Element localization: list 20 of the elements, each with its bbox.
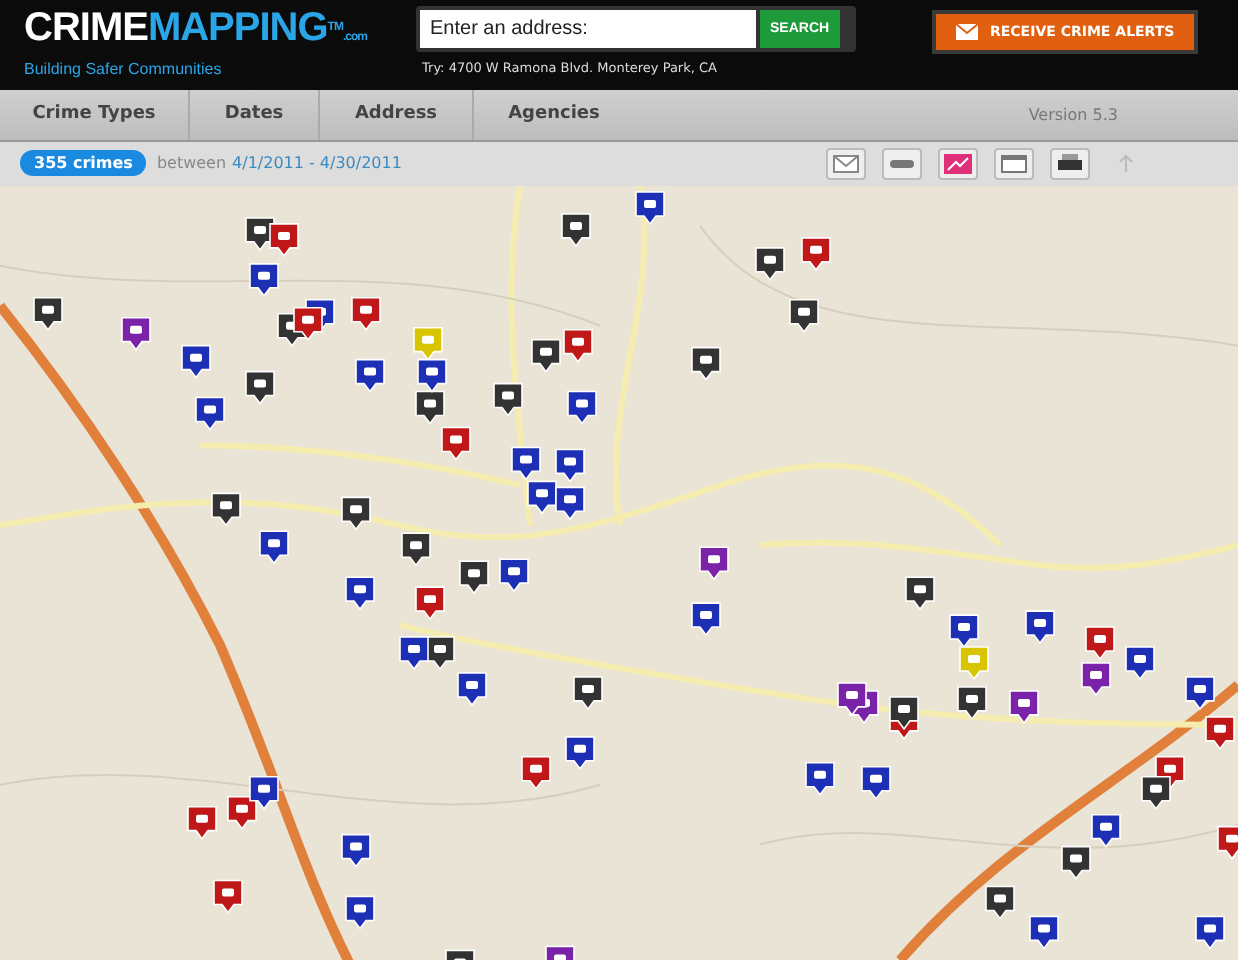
- address-field[interactable]: Enter an address:: [420, 10, 756, 48]
- crime-map-drawing[interactable]: [0, 185, 1238, 960]
- nav-tab[interactable]: Address: [320, 89, 474, 140]
- line-chart-icon: [944, 153, 972, 174]
- window-icon: [1000, 153, 1028, 174]
- nav-tab[interactable]: Agencies: [474, 89, 634, 140]
- window-tool-button[interactable]: [994, 147, 1034, 180]
- mail-tool-button[interactable]: [826, 147, 866, 180]
- envelope-icon: [956, 24, 978, 40]
- version-label: Version 5.3: [1028, 105, 1118, 124]
- nav-tab[interactable]: Dates: [190, 89, 320, 140]
- crime-count-badge: 355 crimes: [20, 150, 147, 177]
- chart-tool-button[interactable]: [938, 147, 978, 180]
- envelope-icon: [832, 153, 860, 174]
- nav-tab[interactable]: Crime Types: [0, 89, 190, 140]
- tagline: Building Safer Communities: [24, 60, 224, 78]
- printer-icon: [1056, 153, 1084, 174]
- print-tool-button[interactable]: [1050, 147, 1090, 180]
- link-tool-button[interactable]: [882, 147, 922, 180]
- between-label: between: [156, 154, 227, 173]
